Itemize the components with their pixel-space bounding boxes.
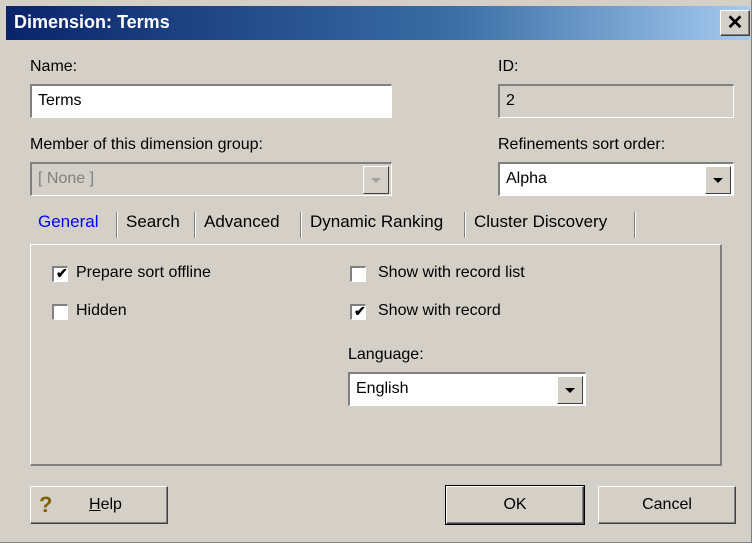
language-select[interactable]: English — [348, 372, 586, 406]
id-field: 2 — [498, 84, 734, 118]
chevron-down-icon — [565, 388, 575, 393]
language-value: English — [356, 380, 409, 397]
ok-button[interactable]: OK — [445, 485, 585, 525]
refinements-select[interactable]: Alpha — [498, 162, 734, 196]
tab-general[interactable]: General — [38, 212, 98, 232]
refinements-label: Refinements sort order: — [498, 136, 666, 153]
close-icon: ✕ — [726, 12, 744, 34]
tab-dynamic-ranking[interactable]: Dynamic Ranking — [310, 212, 443, 232]
check-icon: ✔ — [56, 265, 68, 281]
chevron-down-icon — [713, 178, 723, 183]
tab-cluster-discovery[interactable]: Cluster Discovery — [474, 212, 607, 232]
hidden-checkbox[interactable] — [52, 304, 68, 320]
show-with-record-list-checkbox[interactable] — [350, 266, 366, 282]
dimension-dialog: Dimension: Terms ✕ Name: Terms ID: 2 Mem… — [0, 0, 752, 543]
tab-separator — [116, 212, 117, 238]
show-with-record-label[interactable]: Show with record — [378, 302, 501, 320]
tab-separator — [464, 212, 465, 238]
refinements-value: Alpha — [506, 170, 547, 187]
question-mark-icon: ? — [39, 492, 53, 517]
show-with-record-list-label[interactable]: Show with record list — [378, 264, 525, 282]
title-bar[interactable]: Dimension: Terms ✕ — [6, 6, 750, 40]
tab-advanced[interactable]: Advanced — [204, 212, 280, 232]
tab-separator — [300, 212, 301, 238]
cancel-button[interactable]: Cancel — [598, 486, 736, 524]
close-button[interactable]: ✕ — [720, 10, 750, 36]
show-with-record-checkbox[interactable]: ✔ — [350, 303, 366, 320]
tab-separator — [634, 212, 635, 238]
help-button-label: Help — [89, 496, 122, 513]
prepare-sort-offline-label[interactable]: Prepare sort offline — [76, 264, 211, 282]
language-dropdown-button[interactable] — [557, 376, 583, 404]
name-label: Name: — [30, 58, 78, 75]
check-icon: ✔ — [354, 303, 366, 319]
group-value: [ None ] — [38, 170, 95, 187]
tab-search[interactable]: Search — [126, 212, 180, 232]
hidden-label[interactable]: Hidden — [76, 302, 127, 320]
refinements-dropdown-button[interactable] — [705, 166, 731, 194]
prepare-sort-offline-checkbox[interactable]: ✔ — [52, 265, 68, 282]
window-title: Dimension: Terms — [14, 12, 170, 32]
language-label: Language: — [348, 346, 424, 363]
group-dropdown-button — [363, 166, 389, 194]
chevron-down-icon — [371, 178, 381, 183]
group-label: Member of this dimension group: — [30, 136, 263, 153]
tab-separator — [194, 212, 195, 238]
name-input[interactable]: Terms — [30, 84, 392, 118]
id-label: ID: — [498, 58, 519, 75]
group-select: [ None ] — [30, 162, 392, 196]
help-button[interactable]: ? Help — [30, 486, 168, 524]
